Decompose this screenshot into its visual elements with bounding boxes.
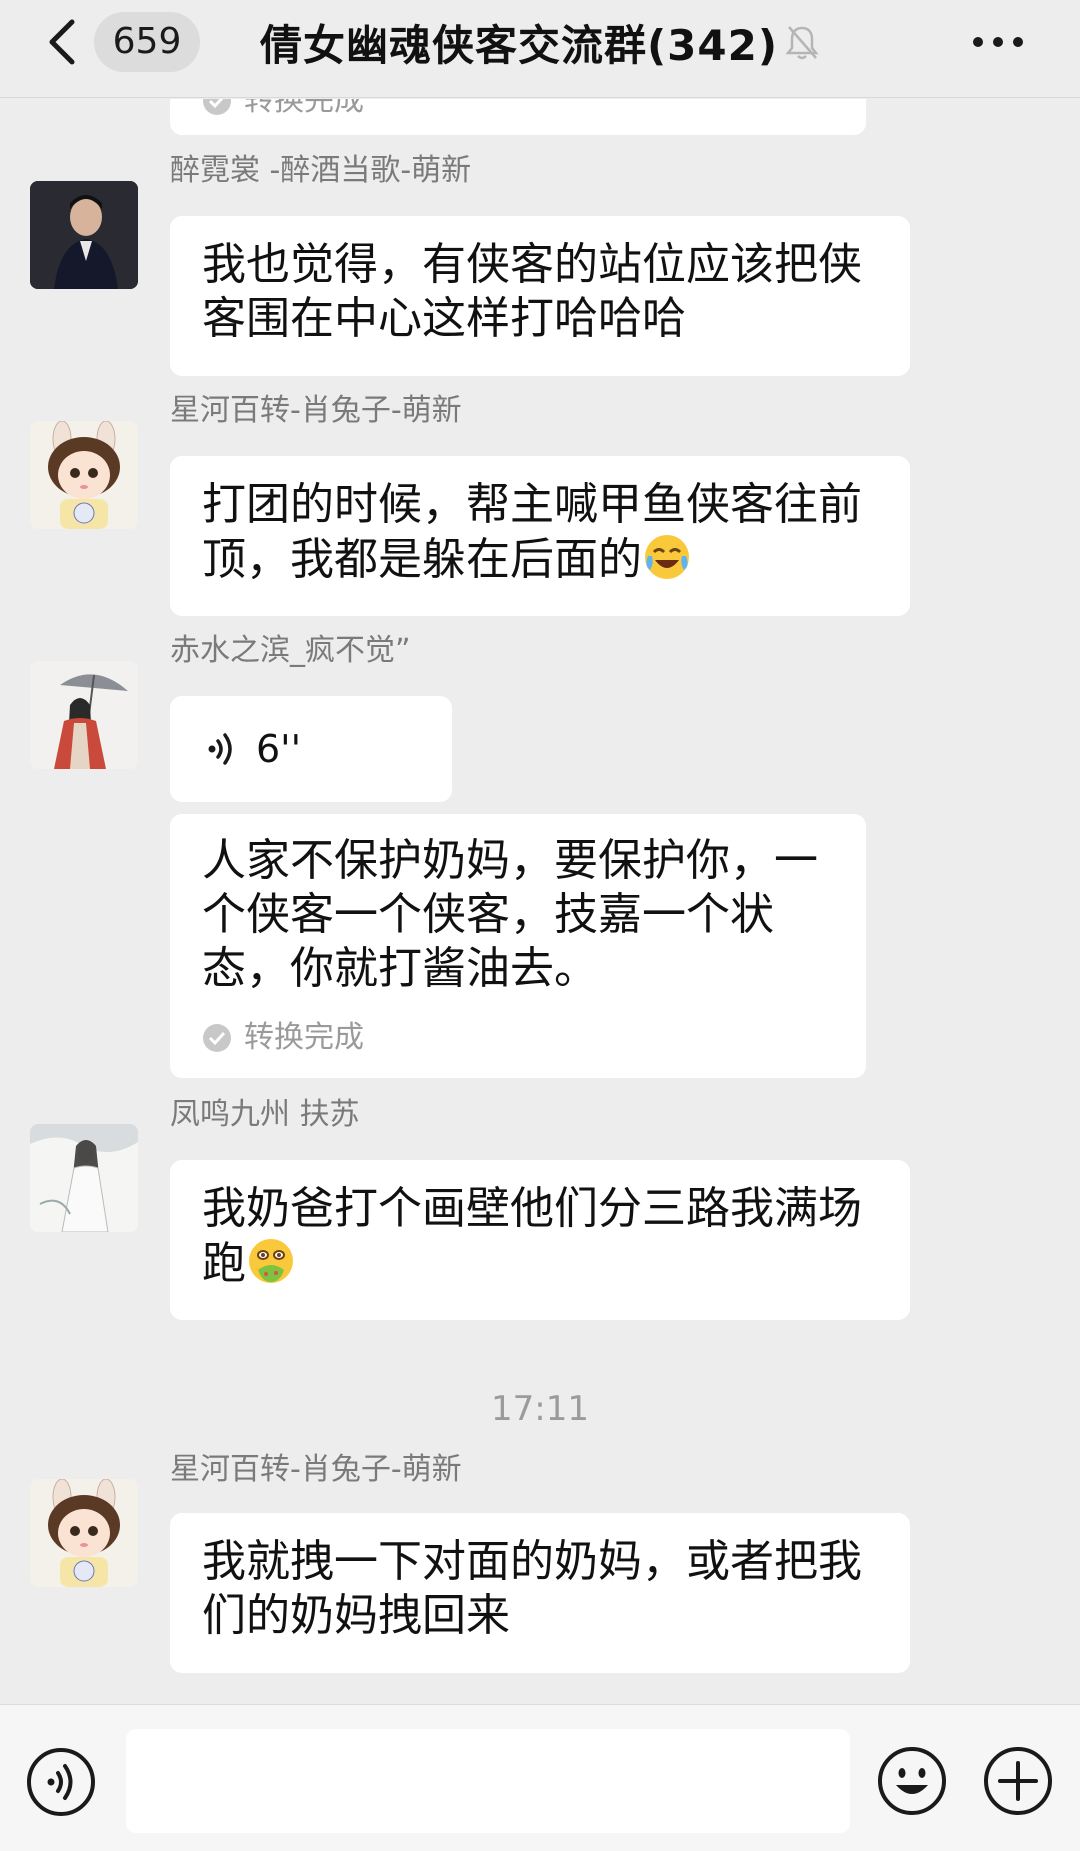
conversion-status-text: 转换完成	[244, 1020, 364, 1055]
avatar[interactable]	[30, 181, 138, 289]
conversion-status: 转换完成	[202, 99, 834, 119]
message-bubble[interactable]: 我也觉得，有侠客的站位应该把侠客围在中心这样打哈哈哈	[170, 216, 910, 376]
message-text: 我奶爸打个画壁他们分三路我满场跑	[202, 1183, 862, 1289]
sender-name: 星河百转-肖兔子-萌新	[170, 393, 462, 428]
check-circle-icon	[203, 1024, 231, 1052]
avatar[interactable]	[30, 661, 138, 769]
voice-wave-icon	[208, 733, 232, 765]
chat-screen: 659 倩女幽魂侠客交流群(342) 转换完成 醉霓裳 -醉酒当歌-萌新 我也觉…	[0, 0, 1080, 1851]
message-bubble[interactable]: 打团的时候，帮主喊甲鱼侠客往前顶，我都是躲在后面的	[170, 456, 910, 616]
avatar-man-suit-icon	[30, 181, 138, 289]
sender-name: 醉霓裳 -醉酒当歌-萌新	[170, 153, 472, 188]
partial-message-bubble[interactable]: 转换完成	[170, 99, 866, 135]
message-bubble[interactable]: 我就拽一下对面的奶妈，或者把我们的奶妈拽回来	[170, 1513, 910, 1673]
avatar[interactable]	[30, 1479, 138, 1587]
transcript-text: 人家不保护奶妈，要保护你，一个侠客一个侠客，技嘉一个状态，你就打酱油去。	[202, 835, 818, 994]
back-arrow-icon[interactable]	[42, 14, 86, 70]
avatar-ink-painting-icon	[30, 1124, 138, 1232]
conversion-status: 转换完成	[202, 1020, 834, 1056]
group-title: 倩女幽魂侠客交流群(342)	[259, 20, 779, 70]
message-bubble[interactable]: 我奶爸打个画壁他们分三路我满场跑	[170, 1160, 910, 1320]
sender-name: 凤鸣九州 扶苏	[170, 1097, 360, 1132]
sender-name: 赤水之滨_疯不觉”	[170, 633, 411, 668]
mute-bell-icon	[785, 26, 819, 60]
unread-count-badge[interactable]: 659	[94, 12, 200, 72]
message-list[interactable]: 转换完成 醉霓裳 -醉酒当歌-萌新 我也觉得，有侠客的站位应该把侠客围在中心这样…	[0, 99, 1080, 1704]
voice-message-bubble[interactable]: 6''	[170, 696, 452, 802]
sender-name: 星河百转-肖兔子-萌新	[170, 1452, 462, 1487]
add-more-icon[interactable]	[982, 1745, 1054, 1817]
avatar-umbrella-lady-icon	[30, 661, 138, 769]
message-timestamp: 17:11	[491, 1389, 589, 1429]
chat-input-bar	[0, 1704, 1080, 1851]
avatar-bunny-girl-icon	[30, 421, 138, 529]
chat-header: 659 倩女幽魂侠客交流群(342)	[0, 0, 1080, 98]
emoji-icon[interactable]	[876, 1745, 948, 1817]
laugh-cry-emoji-icon	[645, 535, 689, 579]
conversion-status-text: 转换完成	[244, 99, 364, 118]
title-area[interactable]: 倩女幽魂侠客交流群(342)	[230, 12, 850, 72]
voice-input-icon[interactable]	[26, 1747, 96, 1817]
voice-transcript-bubble[interactable]: 人家不保护奶妈，要保护你，一个侠客一个侠客，技嘉一个状态，你就打酱油去。 转换完…	[170, 814, 866, 1078]
check-circle-icon	[203, 99, 231, 115]
message-text: 我也觉得，有侠客的站位应该把侠客围在中心这样打哈哈哈	[202, 239, 862, 344]
voice-duration: 6''	[256, 727, 302, 771]
message-input[interactable]	[126, 1729, 850, 1833]
message-text: 打团的时候，帮主喊甲鱼侠客往前顶，我都是躲在后面的	[202, 479, 862, 585]
message-text: 我就拽一下对面的奶妈，或者把我们的奶妈拽回来	[202, 1536, 862, 1641]
avatar-bunny-girl-icon	[30, 1479, 138, 1587]
more-options-icon[interactable]	[968, 20, 1028, 64]
vomit-emoji-icon	[249, 1239, 293, 1283]
avatar[interactable]	[30, 421, 138, 529]
avatar[interactable]	[30, 1124, 138, 1232]
